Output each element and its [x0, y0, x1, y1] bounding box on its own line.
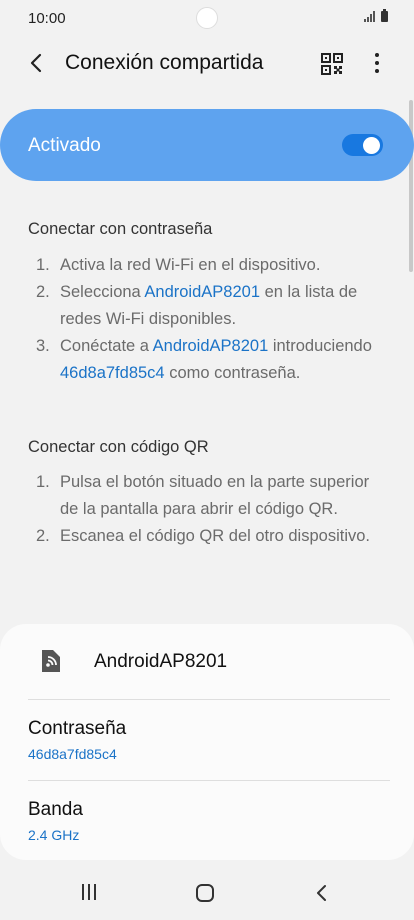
home-button[interactable]	[196, 884, 214, 902]
step-text-part: Activa la red Wi-Fi en el dispositivo.	[60, 256, 321, 274]
chevron-left-icon	[30, 53, 42, 73]
more-vert-icon	[375, 53, 379, 57]
back-button[interactable]	[22, 48, 52, 78]
signal-icon	[364, 11, 375, 22]
status-icons	[364, 9, 388, 22]
recents-icon	[82, 884, 84, 900]
step-text-part: Pulsa el botón situado en la parte super…	[60, 473, 370, 518]
step-item: 2. Selecciona AndroidAP8201 en la lista d…	[36, 279, 386, 333]
recents-button[interactable]	[82, 884, 96, 900]
band-label: Banda	[28, 799, 83, 820]
qr-section-title: Conectar con código QR	[28, 438, 209, 456]
step-item: 2. Escanea el código QR del otro disposit…	[36, 523, 386, 550]
status-time: 10:00	[28, 10, 66, 27]
password-section-title: Conectar con contraseña	[28, 220, 213, 238]
password-label: Contraseña	[28, 718, 127, 739]
switch-knob	[363, 137, 380, 154]
step-text: Selecciona AndroidAP8201 en la lista de …	[60, 279, 386, 333]
divider	[28, 780, 390, 781]
step-number: 1.	[36, 473, 50, 491]
hotspot-icon	[42, 650, 60, 672]
step-item: 3. Conéctate a AndroidAP8201 introduciend…	[36, 333, 386, 387]
highlighted-value: AndroidAP8201	[152, 337, 269, 355]
step-number: 3.	[36, 337, 50, 355]
step-text-part: Conéctate a	[60, 337, 153, 355]
step-text-part: Selecciona	[60, 283, 145, 301]
band-value: 2.4 GHz	[28, 827, 80, 843]
highlighted-value: AndroidAP8201	[144, 283, 260, 301]
hotspot-switch[interactable]	[342, 134, 383, 156]
scrollbar[interactable]	[409, 100, 413, 272]
qr-code-icon	[321, 53, 343, 75]
hotspot-toggle-card[interactable]: Activado	[0, 109, 414, 181]
password-steps-list: 1. Activa la red Wi-Fi en el dispositivo.…	[36, 252, 386, 387]
divider	[28, 699, 390, 700]
qr-steps-list: 1. Pulsa el botón situado en la parte sup…	[36, 469, 386, 550]
step-item: 1. Activa la red Wi-Fi en el dispositivo.	[36, 252, 386, 279]
step-text: Pulsa el botón situado en la parte super…	[60, 469, 386, 523]
step-number: 2.	[36, 527, 50, 545]
navigation-bar	[0, 864, 414, 920]
network-name: AndroidAP8201	[94, 651, 228, 672]
step-text-part: Escanea el código QR del otro dispositiv…	[60, 527, 371, 545]
step-item: 1. Pulsa el botón situado en la parte sup…	[36, 469, 386, 523]
page-title: Conexión compartida	[65, 51, 264, 74]
toggle-label: Activado	[28, 135, 101, 156]
step-number: 1.	[36, 256, 50, 274]
step-number: 2.	[36, 283, 50, 301]
step-text-part: como contraseña.	[164, 364, 301, 382]
password-value: 46d8a7fd85c4	[28, 746, 117, 762]
nav-back-button[interactable]	[312, 883, 332, 903]
step-text: Escanea el código QR del otro dispositiv…	[60, 523, 370, 550]
status-bar: 10:00	[0, 0, 414, 38]
more-options-button[interactable]	[364, 48, 390, 78]
step-text-part: introduciendo	[268, 337, 372, 355]
highlighted-value: 46d8a7fd85c4	[60, 364, 165, 382]
app-bar: Conexión compartida	[0, 40, 414, 86]
battery-icon	[381, 9, 388, 22]
qr-code-button[interactable]	[318, 50, 346, 78]
camera-cutout	[196, 7, 218, 29]
network-info-card: AndroidAP8201 Contraseña 46d8a7fd85c4 Ba…	[0, 624, 414, 860]
step-text: Activa la red Wi-Fi en el dispositivo.	[60, 252, 320, 279]
step-text: Conéctate a AndroidAP8201 introduciendo …	[60, 333, 386, 387]
